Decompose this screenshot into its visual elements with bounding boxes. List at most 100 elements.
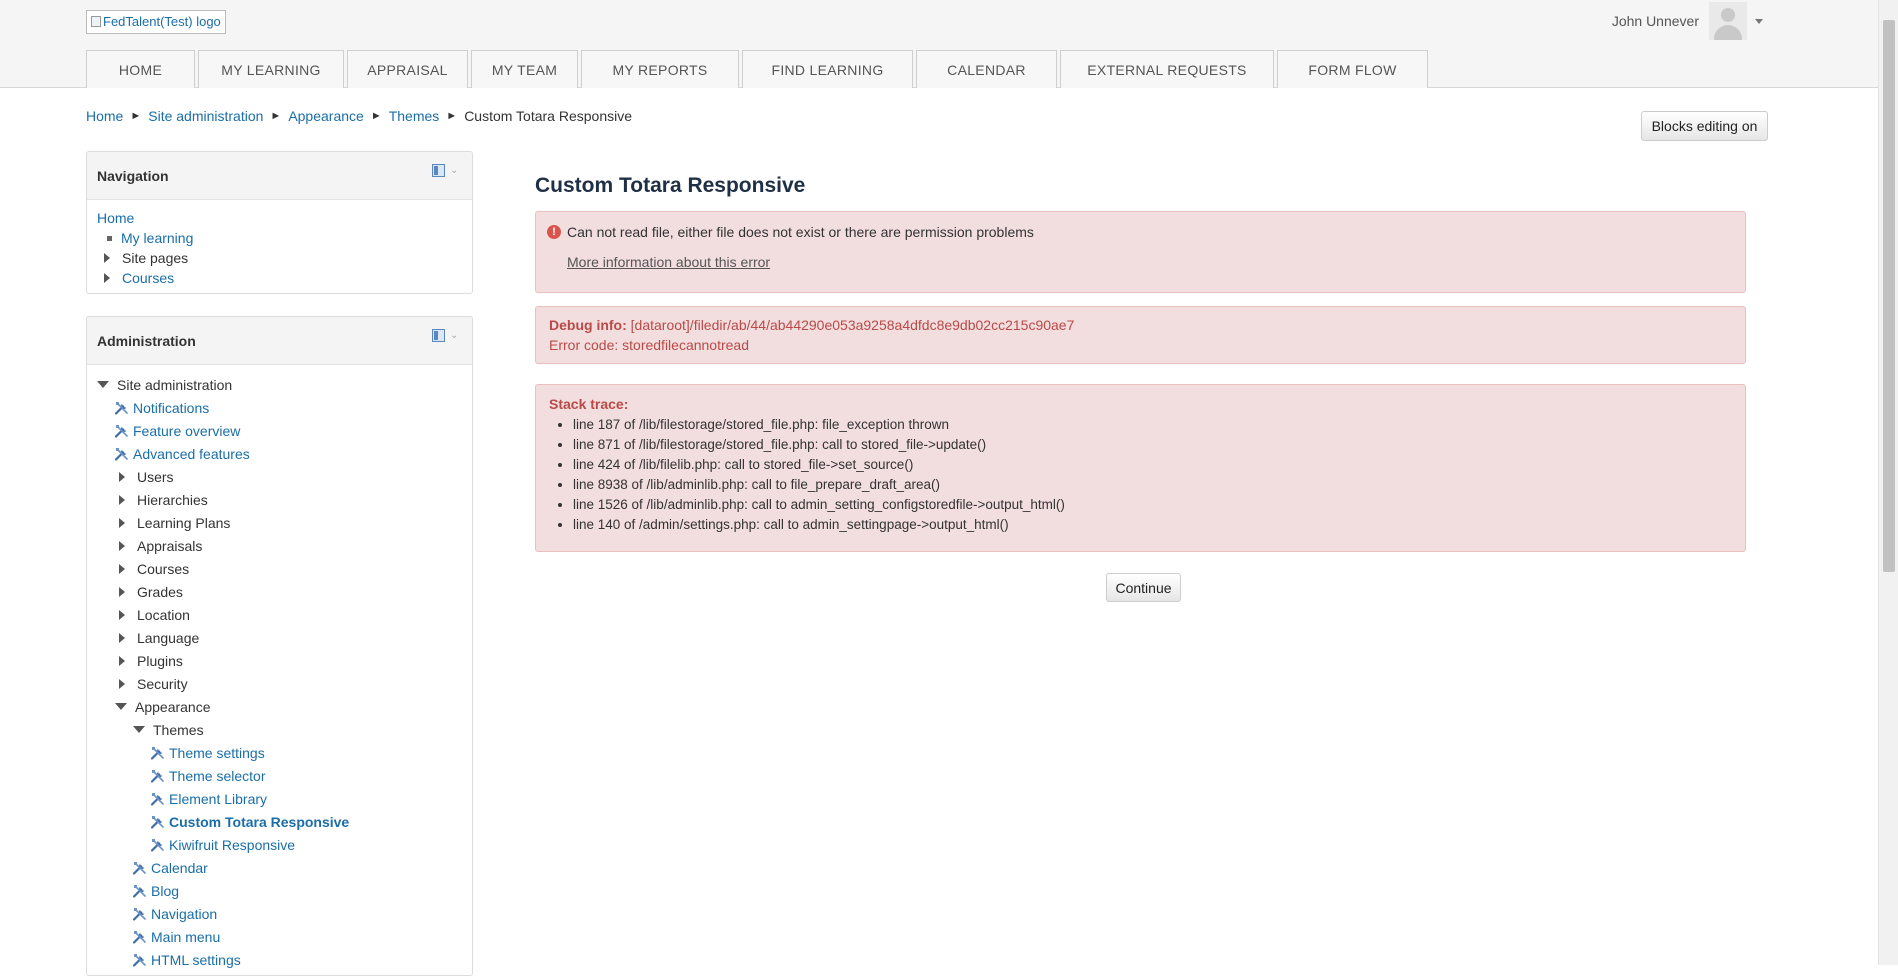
admin-item-advanced-features[interactable]: Advanced features bbox=[97, 442, 462, 465]
admin-item-learning-plans[interactable]: Learning Plans bbox=[97, 511, 462, 534]
tab-calendar[interactable]: CALENDAR bbox=[916, 50, 1057, 88]
admin-item-label[interactable]: Main menu bbox=[151, 929, 220, 945]
admin-item-security[interactable]: Security bbox=[97, 672, 462, 695]
admin-item-location[interactable]: Location bbox=[97, 603, 462, 626]
admin-item-label[interactable]: Custom Totara Responsive bbox=[169, 814, 349, 830]
admin-item-courses[interactable]: Courses bbox=[97, 557, 462, 580]
expand-arrow-icon[interactable] bbox=[119, 632, 125, 643]
scrollbar[interactable] bbox=[1878, 0, 1898, 965]
admin-item-hierarchies[interactable]: Hierarchies bbox=[97, 488, 462, 511]
admin-item-label[interactable]: HTML settings bbox=[151, 952, 241, 968]
admin-item-site-administration[interactable]: Site administration bbox=[97, 373, 462, 396]
admin-item-theme-settings[interactable]: Theme settings bbox=[97, 741, 462, 764]
tab-my-team[interactable]: MY TEAM bbox=[471, 50, 578, 88]
dock-icon[interactable] bbox=[432, 329, 445, 342]
breadcrumb-themes[interactable]: Themes bbox=[389, 108, 440, 124]
tab-my-reports[interactable]: MY REPORTS bbox=[581, 50, 739, 88]
expand-arrow-icon[interactable] bbox=[119, 563, 125, 574]
nav-item-courses[interactable]: Courses bbox=[122, 268, 174, 288]
admin-item-themes[interactable]: Themes bbox=[97, 718, 462, 741]
tab-appraisal[interactable]: APPRAISAL bbox=[347, 50, 468, 88]
expand-arrow-icon[interactable] bbox=[119, 540, 125, 551]
admin-item-label[interactable]: Security bbox=[137, 676, 188, 692]
admin-item-appearance[interactable]: Appearance bbox=[97, 695, 462, 718]
admin-item-theme-selector[interactable]: Theme selector bbox=[97, 764, 462, 787]
expand-arrow-icon[interactable] bbox=[119, 494, 125, 505]
more-info-link[interactable]: More information about this error bbox=[567, 254, 770, 270]
site-logo[interactable]: FedTalent(Test) logo bbox=[86, 10, 226, 34]
expand-arrow-icon[interactable] bbox=[119, 517, 125, 528]
admin-item-label[interactable]: Theme selector bbox=[169, 768, 265, 784]
collapse-arrow-icon[interactable] bbox=[133, 726, 145, 733]
expand-arrow-icon[interactable] bbox=[104, 253, 110, 263]
admin-item-element-library[interactable]: Element Library bbox=[97, 787, 462, 810]
tab-home[interactable]: HOME bbox=[86, 50, 195, 88]
blocks-editing-button[interactable]: Blocks editing on bbox=[1641, 111, 1768, 141]
admin-item-language[interactable]: Language bbox=[97, 626, 462, 649]
admin-item-kiwifruit-responsive[interactable]: Kiwifruit Responsive bbox=[97, 833, 462, 856]
admin-item-label[interactable]: Learning Plans bbox=[137, 515, 230, 531]
admin-item-plugins[interactable]: Plugins bbox=[97, 649, 462, 672]
breadcrumb-current[interactable]: Custom Totara Responsive bbox=[464, 108, 632, 124]
admin-item-label[interactable]: Navigation bbox=[151, 906, 217, 922]
admin-item-label[interactable]: Advanced features bbox=[133, 446, 250, 462]
breadcrumb-home[interactable]: Home bbox=[86, 108, 123, 124]
admin-item-html-settings[interactable]: HTML settings bbox=[97, 948, 462, 971]
avatar[interactable] bbox=[1709, 2, 1747, 40]
expand-arrow-icon[interactable] bbox=[104, 273, 110, 283]
expand-arrow-icon[interactable] bbox=[119, 678, 125, 689]
admin-item-label[interactable]: Users bbox=[137, 469, 174, 485]
admin-item-main-menu[interactable]: Main menu bbox=[97, 925, 462, 948]
collapse-arrow-icon[interactable] bbox=[97, 381, 109, 388]
admin-item-label[interactable]: Notifications bbox=[133, 400, 209, 416]
tab-find-learning[interactable]: FIND LEARNING bbox=[742, 50, 913, 88]
nav-item-site-pages[interactable]: Site pages bbox=[122, 248, 188, 268]
tab-my-learning[interactable]: MY LEARNING bbox=[198, 50, 344, 88]
admin-item-label[interactable]: Theme settings bbox=[169, 745, 265, 761]
admin-item-label[interactable]: Location bbox=[137, 607, 190, 623]
user-name[interactable]: John Unnever bbox=[1612, 13, 1699, 29]
admin-item-label[interactable]: Hierarchies bbox=[137, 492, 208, 508]
admin-item-label[interactable]: Appearance bbox=[135, 699, 211, 715]
admin-item-label[interactable]: Language bbox=[137, 630, 199, 646]
block-title: Administration bbox=[97, 333, 196, 349]
admin-item-label[interactable]: Calendar bbox=[151, 860, 208, 876]
admin-item-label[interactable]: Feature overview bbox=[133, 423, 240, 439]
dock-icon[interactable] bbox=[432, 164, 445, 177]
admin-item-feature-overview[interactable]: Feature overview bbox=[97, 419, 462, 442]
admin-item-custom-totara-responsive[interactable]: Custom Totara Responsive bbox=[97, 810, 462, 833]
collapse-arrow-icon[interactable] bbox=[115, 703, 127, 710]
user-menu[interactable]: John Unnever bbox=[1612, 2, 1763, 40]
admin-item-notifications[interactable]: Notifications bbox=[97, 396, 462, 419]
admin-item-label[interactable]: Plugins bbox=[137, 653, 183, 669]
admin-item-label[interactable]: Kiwifruit Responsive bbox=[169, 837, 295, 853]
admin-item-blog[interactable]: Blog bbox=[97, 879, 462, 902]
expand-arrow-icon[interactable] bbox=[119, 609, 125, 620]
expand-arrow-icon[interactable] bbox=[119, 471, 125, 482]
expand-arrow-icon[interactable] bbox=[119, 655, 125, 666]
chevron-down-icon[interactable]: ⌄ bbox=[450, 166, 460, 176]
tab-external-requests[interactable]: EXTERNAL REQUESTS bbox=[1060, 50, 1274, 88]
chevron-down-icon[interactable] bbox=[1755, 18, 1763, 24]
admin-item-users[interactable]: Users bbox=[97, 465, 462, 488]
nav-item-home[interactable]: Home bbox=[97, 208, 134, 228]
breadcrumb-appearance[interactable]: Appearance bbox=[288, 108, 364, 124]
admin-item-appraisals[interactable]: Appraisals bbox=[97, 534, 462, 557]
continue-button[interactable]: Continue bbox=[1106, 573, 1181, 602]
wrench-icon bbox=[151, 746, 165, 760]
admin-item-label[interactable]: Appraisals bbox=[137, 538, 202, 554]
admin-item-label[interactable]: Element Library bbox=[169, 791, 267, 807]
admin-item-label[interactable]: Blog bbox=[151, 883, 179, 899]
breadcrumb-site-administration[interactable]: Site administration bbox=[148, 108, 263, 124]
admin-item-label[interactable]: Courses bbox=[137, 561, 189, 577]
admin-item-grades[interactable]: Grades bbox=[97, 580, 462, 603]
expand-arrow-icon[interactable] bbox=[119, 586, 125, 597]
admin-item-label[interactable]: Grades bbox=[137, 584, 183, 600]
admin-item-navigation[interactable]: Navigation bbox=[97, 902, 462, 925]
tab-form-flow[interactable]: FORM FLOW bbox=[1277, 50, 1428, 88]
scrollbar-thumb[interactable] bbox=[1883, 20, 1895, 572]
nav-item-my-learning[interactable]: My learning bbox=[121, 228, 193, 248]
chevron-down-icon[interactable]: ⌄ bbox=[450, 331, 460, 341]
admin-item-calendar[interactable]: Calendar bbox=[97, 856, 462, 879]
admin-item-label[interactable]: Themes bbox=[153, 722, 204, 738]
